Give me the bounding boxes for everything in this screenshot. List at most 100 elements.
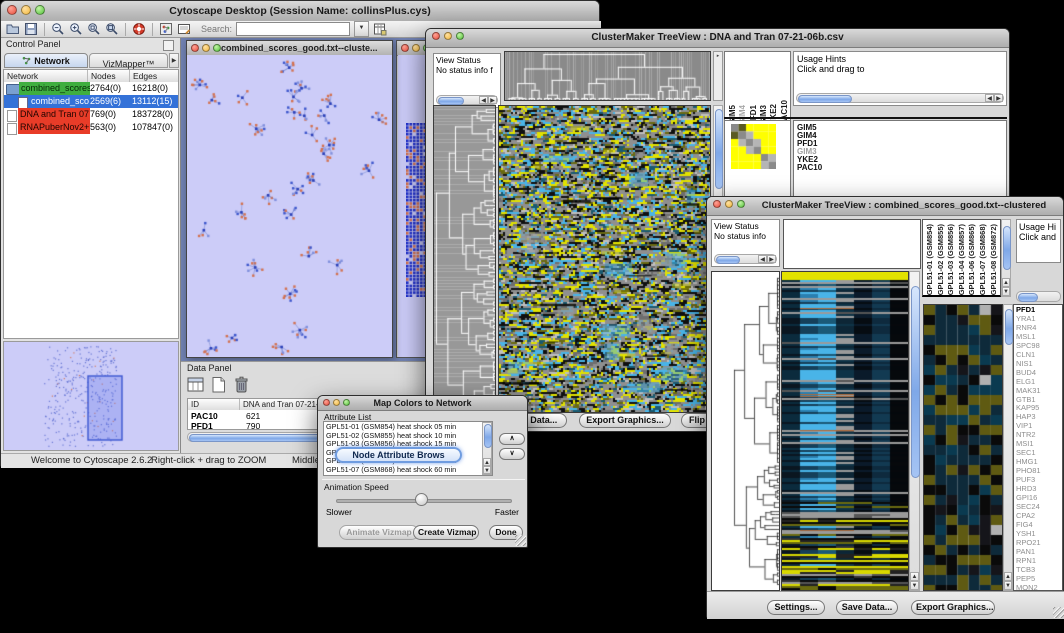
zoom-heatmap-panel[interactable] — [923, 304, 1003, 591]
gene-label[interactable]: YKE2 — [797, 156, 1006, 164]
network-row-rnapuber[interactable]: RNAPuberNov2+ 563(0) 107847(0) — [4, 121, 178, 134]
plugin-icon[interactable] — [159, 22, 173, 36]
minimize-icon[interactable] — [202, 44, 210, 52]
export-graphics-button[interactable]: Export Graphics... — [911, 600, 995, 615]
heatmap-panel[interactable] — [498, 105, 711, 413]
gene-label[interactable]: PAC10 — [797, 164, 1006, 172]
zoom-window-icon[interactable] — [35, 5, 45, 15]
create-vizmap-button[interactable]: Create Vizmap — [413, 525, 479, 540]
row-dendrogram-panel[interactable] — [711, 271, 780, 591]
attribute-list-vscrollbar[interactable]: ▲ ▼ — [482, 422, 492, 475]
slider-thumb[interactable] — [415, 493, 428, 506]
zoom-heatmap-canvas[interactable] — [924, 305, 1002, 590]
scroll-down-icon[interactable]: ▼ — [483, 466, 491, 474]
zoom-selected-icon[interactable] — [87, 22, 101, 36]
scroll-down-icon[interactable]: ▼ — [1004, 581, 1012, 590]
row-value[interactable]: 790 — [246, 421, 260, 431]
move-up-button[interactable]: ∧ — [499, 433, 525, 445]
select-attributes-icon[interactable] — [187, 376, 205, 394]
treeview1-title-bar[interactable]: ClusterMaker TreeView : DNA and Tran 07-… — [426, 29, 1009, 48]
col-id[interactable]: ID — [188, 399, 240, 410]
heatmap-vscrollbar[interactable]: ▲ ▼ — [909, 271, 920, 591]
scroll-left-icon[interactable]: ◀ — [985, 94, 994, 102]
column-dendrogram-panel[interactable] — [783, 219, 921, 269]
save-data-button[interactable]: Save Data... — [836, 600, 898, 615]
column-dendrogram-canvas[interactable] — [505, 52, 710, 100]
column-labels-vscrollbar[interactable]: ▲ ▼ — [1001, 219, 1011, 297]
scroll-right-icon[interactable]: ▶ — [488, 96, 497, 104]
network-view-canvas[interactable] — [187, 55, 392, 357]
minimize-icon[interactable] — [725, 200, 733, 208]
create-attribute-icon[interactable] — [210, 376, 228, 394]
gene-label[interactable]: GIM3 — [797, 148, 1006, 156]
minimize-icon[interactable] — [21, 5, 31, 15]
close-icon[interactable] — [191, 44, 199, 52]
settings-button[interactable]: Settings... — [767, 600, 825, 615]
zoom-window-icon[interactable] — [456, 32, 464, 40]
scroll-right-icon[interactable]: ▶ — [767, 255, 776, 263]
tab-overflow-button[interactable]: ▶ — [169, 53, 179, 68]
move-down-button[interactable]: ∨ — [499, 448, 525, 460]
close-icon[interactable] — [323, 399, 330, 406]
tab-network[interactable]: Network — [4, 53, 88, 68]
view-status-hscrollbar[interactable]: ◀ ▶ — [714, 254, 777, 264]
scroll-up-icon[interactable]: ▲ — [483, 458, 491, 466]
zoom-window-icon[interactable] — [343, 399, 350, 406]
row-id[interactable]: PAC10 — [191, 411, 218, 421]
gene-label[interactable]: GIM4 — [797, 132, 1006, 140]
network-overview-panel[interactable] — [3, 341, 179, 451]
close-icon[interactable] — [7, 5, 17, 15]
animate-vizmap-button[interactable]: Animate Vizmap — [339, 525, 419, 540]
zoom-window-icon[interactable] — [737, 200, 745, 208]
gene-label[interactable]: PFD1 — [797, 140, 1006, 148]
scroll-down-icon[interactable]: ▼ — [910, 581, 919, 590]
scroll-left-icon[interactable]: ◀ — [479, 96, 488, 104]
network-row-selected[interactable]: combined_sco 2569(6) 13112(15) — [4, 95, 178, 108]
save-icon[interactable] — [24, 22, 38, 36]
row-id[interactable]: PFD1 — [191, 421, 213, 431]
row-dendrogram-canvas[interactable] — [434, 106, 495, 412]
scroll-down-icon[interactable]: ▼ — [1002, 287, 1010, 296]
network-row-combined-scores[interactable]: combined_scores 2764(0) 16218(0) — [4, 82, 178, 95]
heatmap-canvas[interactable] — [499, 106, 710, 412]
usage-hints-hscrollbar[interactable]: ◀ ▶ — [796, 93, 1004, 103]
gene-label[interactable]: GIM5 — [797, 124, 1006, 132]
zoom-window-icon[interactable] — [213, 44, 221, 52]
scroll-up-icon[interactable]: ▲ — [910, 572, 919, 581]
annotation-icon[interactable] — [177, 22, 191, 36]
col-network[interactable]: Network — [4, 70, 88, 82]
close-icon[interactable] — [713, 200, 721, 208]
heatmap-canvas[interactable] — [782, 272, 908, 590]
col-nodes[interactable]: Nodes — [88, 70, 130, 82]
dendrogram-scroll-strip[interactable]: ▸ — [713, 51, 723, 101]
close-icon[interactable] — [401, 44, 409, 52]
minimize-icon[interactable] — [333, 399, 340, 406]
delete-attribute-icon[interactable] — [233, 376, 251, 394]
float-panel-icon[interactable] — [163, 40, 174, 51]
zoom-fit-icon[interactable] — [105, 22, 119, 36]
node-attribute-browser-tab[interactable]: Node Attribute Brows — [335, 447, 462, 463]
search-input[interactable] — [236, 22, 350, 36]
dialog-title-bar[interactable]: Map Colors to Network — [318, 396, 527, 411]
help-icon[interactable] — [132, 22, 146, 36]
scroll-left-icon[interactable]: ◀ — [758, 255, 767, 263]
network-row-dna-tran[interactable]: DNA and Tran 07 769(0) 183728(0) — [4, 108, 178, 121]
usage-hints-hscrollbar[interactable] — [1016, 291, 1061, 302]
zoom-matrix-canvas[interactable] — [731, 124, 776, 169]
view-status-hscrollbar[interactable]: ◀ ▶ — [436, 95, 498, 105]
open-icon[interactable] — [6, 22, 20, 36]
treeview2-title-bar[interactable]: ClusterMaker TreeView : combined_scores_… — [707, 197, 1063, 216]
zoom-out-icon[interactable] — [51, 22, 65, 36]
scroll-up-icon[interactable]: ▲ — [1004, 572, 1012, 581]
minimize-icon[interactable] — [444, 32, 452, 40]
attribute-list-item[interactable]: GPL51-07 (GSM868) heat shock 60 min — [324, 466, 492, 475]
resize-grip[interactable] — [1053, 607, 1064, 618]
minimize-icon[interactable] — [412, 44, 420, 52]
close-icon[interactable] — [432, 32, 440, 40]
export-graphics-button[interactable]: Export Graphics... — [579, 413, 671, 428]
heatmap-panel[interactable] — [781, 271, 909, 591]
scroll-up-icon[interactable]: ▲ — [1002, 278, 1010, 287]
main-title-bar[interactable]: Cytoscape Desktop (Session Name: collins… — [1, 1, 599, 22]
column-dendrogram-panel[interactable] — [504, 51, 711, 101]
row-dendrogram-panel[interactable] — [433, 105, 496, 413]
